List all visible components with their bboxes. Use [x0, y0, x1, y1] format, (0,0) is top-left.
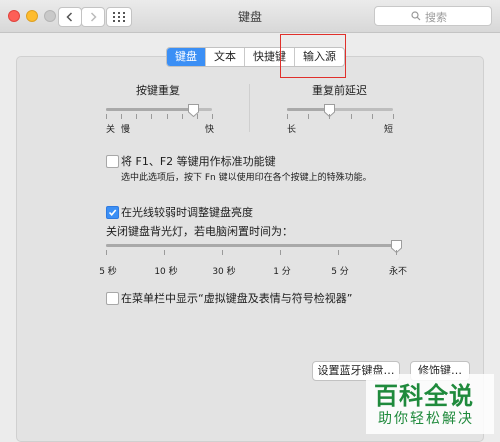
annotation-highlight-box — [280, 34, 346, 78]
fn-keys-checkbox[interactable] — [106, 155, 119, 168]
search-input[interactable]: 搜索 — [374, 6, 492, 26]
fn-keys-description: 选中此选项后，按下 Fn 键以使用印在各个按键上的特殊功能。 — [121, 173, 372, 183]
backlight-tick — [396, 250, 397, 255]
search-icon — [411, 11, 421, 21]
repeat-delay-tick — [287, 114, 288, 119]
backlight-tick-label: 1 分 — [273, 267, 291, 277]
repeat-delay-short-label: 短 — [384, 125, 394, 135]
show-viewer-label: 在菜单栏中显示“虚拟键盘及表情与符号检视器” — [121, 292, 353, 305]
backlight-tick — [106, 250, 107, 255]
backlight-tick-label: 5 秒 — [99, 267, 117, 277]
backlight-title: 关闭键盘背光灯，若电脑闲置时间为： — [106, 225, 293, 238]
adjust-brightness-checkbox[interactable] — [106, 206, 119, 219]
key-repeat-tick — [212, 114, 213, 119]
watermark-title: 百科全说 — [374, 382, 474, 410]
backlight-tick — [222, 250, 223, 255]
tab-keyboard[interactable]: 键盘 — [167, 48, 206, 66]
backlight-fill — [106, 244, 396, 247]
key-repeat-tick — [196, 114, 198, 119]
repeat-delay-title: 重复前延迟 — [312, 84, 367, 97]
backlight-tick-label: 永不 — [388, 267, 407, 277]
search-placeholder: 搜索 — [425, 11, 447, 24]
title-bar: 键盘 搜索 — [0, 0, 500, 33]
watermark-subtitle: 助你轻松解决 — [378, 411, 474, 427]
repeat-delay-tick — [329, 114, 331, 119]
tab-text[interactable]: 文本 — [206, 48, 245, 66]
key-repeat-fill — [106, 108, 194, 111]
watermark-logo: 百科全说 助你轻松解决 — [366, 374, 494, 434]
backlight-tick-label: 5 分 — [331, 267, 349, 277]
repeat-delay-tick — [350, 114, 352, 119]
key-repeat-tick — [166, 114, 168, 119]
repeat-delay-tick — [308, 114, 310, 119]
key-repeat-fast-label: 快 — [205, 125, 215, 135]
adjust-brightness-label: 在光线较弱时调整键盘亮度 — [121, 206, 253, 219]
key-repeat-tick — [181, 114, 183, 119]
backlight-tick-label: 10 秒 — [154, 267, 178, 277]
key-repeat-tick — [106, 114, 107, 119]
slider-divider — [249, 84, 250, 132]
checkmark-icon — [108, 209, 117, 217]
repeat-delay-tick — [393, 114, 394, 119]
repeat-delay-slider[interactable] — [287, 108, 393, 111]
key-repeat-slow-label: 慢 — [121, 125, 131, 135]
key-repeat-tick — [121, 114, 123, 119]
key-repeat-tick — [136, 114, 138, 119]
key-repeat-tick — [151, 114, 153, 119]
repeat-delay-tick — [371, 114, 373, 119]
key-repeat-title: 按键重复 — [136, 84, 180, 97]
key-repeat-off-label: 关 — [106, 125, 116, 135]
repeat-delay-long-label: 长 — [287, 125, 297, 135]
backlight-slider[interactable] — [106, 244, 396, 247]
fn-keys-label: 将 F1、F2 等键用作标准功能键 — [121, 155, 276, 168]
backlight-tick-label: 30 秒 — [212, 267, 236, 277]
backlight-tick — [164, 250, 165, 255]
backlight-tick — [338, 250, 339, 255]
show-viewer-checkbox[interactable] — [106, 292, 119, 305]
backlight-tick — [280, 250, 281, 255]
